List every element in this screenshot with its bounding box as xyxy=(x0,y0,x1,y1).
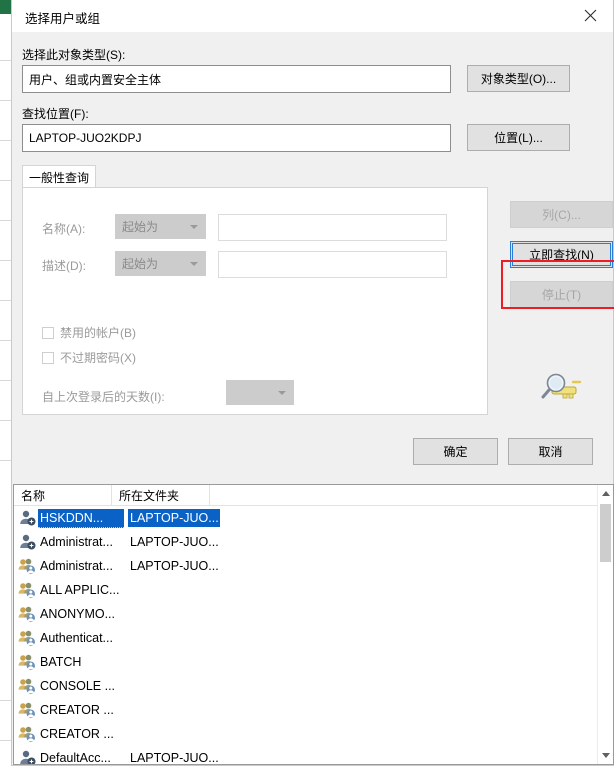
table-row[interactable]: ALL APPLIC... xyxy=(14,578,598,602)
user-icon xyxy=(18,509,36,527)
cell-name: CONSOLE ... xyxy=(40,679,116,693)
cell-folder: LAPTOP-JUO... xyxy=(130,535,219,549)
group-icon xyxy=(18,701,36,719)
disabled-accounts-checkbox[interactable]: 禁用的帐户(B) xyxy=(42,324,136,341)
group-icon xyxy=(18,725,36,743)
table-row[interactable]: BATCH xyxy=(14,650,598,674)
name-condition-value: 起始为 xyxy=(122,220,159,234)
cell-folder xyxy=(128,684,220,688)
cancel-button[interactable]: 取消 xyxy=(508,438,593,465)
name-label: 名称(A): xyxy=(42,222,86,236)
stop-button[interactable]: 停止(T) xyxy=(510,281,613,308)
description-input[interactable] xyxy=(218,251,447,278)
object-type-label: 选择此对象类型(S): xyxy=(22,48,126,62)
cell-name: Administrat... xyxy=(40,559,113,573)
group-icon xyxy=(18,557,36,575)
table-row[interactable]: Administrat... LAPTOP-JUO... xyxy=(14,530,598,554)
object-type-button[interactable]: 对象类型(O)... xyxy=(467,65,570,92)
dialog-title-bar: 选择用户或组 xyxy=(12,0,613,32)
cell-folder xyxy=(128,612,220,616)
description-condition-dropdown[interactable]: 起始为 xyxy=(115,251,206,276)
chevron-down-icon xyxy=(190,261,198,266)
list-rows-container: HSKDDN... LAPTOP-JUO... Administrat... LAPT… xyxy=(14,506,598,765)
scroll-down-icon[interactable] xyxy=(598,747,613,764)
cell-name: BATCH xyxy=(40,655,82,669)
location-input[interactable]: LAPTOP-JUO2KDPJ xyxy=(22,124,451,152)
columns-button[interactable]: 列(C)... xyxy=(510,201,613,228)
find-now-button[interactable]: 立即查找(N) xyxy=(510,241,613,268)
ok-button[interactable]: 确定 xyxy=(413,438,498,465)
column-header-name[interactable]: 名称 xyxy=(14,485,112,505)
disabled-accounts-label: 禁用的帐户(B) xyxy=(60,326,136,340)
cell-folder xyxy=(128,588,220,592)
table-row[interactable]: HSKDDN... LAPTOP-JUO... xyxy=(14,506,598,530)
cell-folder xyxy=(128,708,220,712)
days-since-login-label: 自上次登录后的天数(I): xyxy=(42,390,165,404)
scrollbar-thumb[interactable] xyxy=(600,504,611,562)
cell-folder: LAPTOP-JUO... xyxy=(128,509,220,527)
find-magnifier-key-icon xyxy=(539,370,583,408)
cell-name: CREATOR ... xyxy=(40,727,114,741)
table-row[interactable]: CREATOR ... xyxy=(14,722,598,746)
column-header-folder[interactable]: 所在文件夹 xyxy=(112,485,210,505)
name-condition-dropdown[interactable]: 起始为 xyxy=(115,214,206,239)
user-icon xyxy=(18,749,36,764)
user-icon xyxy=(18,533,36,551)
table-row[interactable]: CONSOLE ... xyxy=(14,674,598,698)
dialog-title: 选择用户或组 xyxy=(25,12,101,26)
group-icon xyxy=(18,629,36,647)
table-row[interactable]: Administrat... LAPTOP-JUO... xyxy=(14,554,598,578)
list-column-headers: 名称 所在文件夹 xyxy=(14,485,613,506)
group-icon xyxy=(18,677,36,695)
cell-name: DefaultAcc... xyxy=(40,751,111,765)
description-label: 描述(D): xyxy=(42,259,86,273)
table-row[interactable]: ANONYMO... xyxy=(14,602,598,626)
tab-general-query[interactable]: 一般性查询 xyxy=(22,165,96,188)
scroll-up-icon[interactable] xyxy=(598,485,613,502)
non-expiring-password-checkbox[interactable]: 不过期密码(X) xyxy=(42,349,136,366)
days-since-login-dropdown[interactable] xyxy=(226,380,294,405)
checkbox-box xyxy=(42,326,54,339)
cell-name: ANONYMO... xyxy=(40,607,116,621)
cell-name: CREATOR ... xyxy=(40,703,114,717)
cell-folder xyxy=(128,636,220,640)
location-label: 查找位置(F): xyxy=(22,107,89,121)
table-row[interactable]: CREATOR ... xyxy=(14,698,598,722)
chevron-down-icon xyxy=(190,224,198,229)
table-row[interactable]: Authenticat... xyxy=(14,626,598,650)
location-button[interactable]: 位置(L)... xyxy=(467,124,570,151)
object-type-input[interactable]: 用户、组或内置安全主体 xyxy=(22,65,451,93)
cell-folder xyxy=(128,732,220,736)
cell-folder: LAPTOP-JUO... xyxy=(130,559,219,573)
group-icon xyxy=(18,605,36,623)
group-icon xyxy=(18,581,36,599)
tab-label: 一般性查询 xyxy=(28,170,89,185)
cell-name: HSKDDN... xyxy=(38,508,124,528)
non-expiring-password-label: 不过期密码(X) xyxy=(60,351,136,365)
cell-name: Authenticat... xyxy=(40,631,113,645)
select-users-or-groups-dialog: 选择用户或组 选择此对象类型(S): 用户、组或内置安全主体 对象类型(O)..… xyxy=(11,0,614,766)
list-scrollbar[interactable] xyxy=(597,485,613,764)
cell-folder xyxy=(128,660,220,664)
checkbox-box xyxy=(42,351,54,364)
group-icon xyxy=(18,653,36,671)
general-query-panel: 名称(A): 起始为 描述(D): 起始为 禁用的帐户(B) 不过期密码(X) … xyxy=(22,187,488,415)
cell-folder: LAPTOP-JUO... xyxy=(130,751,219,765)
search-results-list[interactable]: 名称 所在文件夹 HSKDDN... LAPTOP-JUO... Administr… xyxy=(13,484,614,765)
cell-name: Administrat... xyxy=(40,535,113,549)
table-row[interactable]: DefaultAcc... LAPTOP-JUO... xyxy=(14,746,598,765)
description-condition-value: 起始为 xyxy=(122,257,159,271)
name-input[interactable] xyxy=(218,214,447,241)
close-icon[interactable] xyxy=(568,0,613,30)
cell-name: ALL APPLIC... xyxy=(40,583,120,597)
chevron-down-icon xyxy=(278,390,286,395)
